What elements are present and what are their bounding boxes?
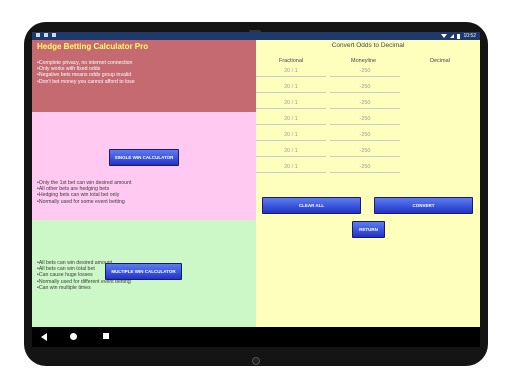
multiple-win-panel: MULTIPLE WIN CALCULATOR All bets can win… <box>32 220 256 327</box>
fractional-input[interactable]: 20 / 1 <box>256 131 326 141</box>
app-title: Hedge Betting Calculator Pro <box>37 42 149 51</box>
status-system: 10:52 <box>441 33 476 39</box>
battery-icon <box>457 33 461 39</box>
return-button[interactable]: RETURN <box>352 221 385 238</box>
single-win-bullets: Only the 1st bet can win desired amount … <box>37 180 132 205</box>
app-content: Hedge Betting Calculator Pro Complete pr… <box>32 40 480 327</box>
status-time: 10:52 <box>463 33 476 39</box>
fractional-input[interactable]: 20 / 1 <box>256 163 326 173</box>
signal-icon <box>450 34 455 38</box>
intro-bullet: Don't bet money you cannot afford to los… <box>37 79 135 85</box>
moneyline-input[interactable]: -250 <box>330 99 400 109</box>
moneyline-input[interactable]: -250 <box>330 67 400 77</box>
fractional-input[interactable]: 20 / 1 <box>256 99 326 109</box>
recent-apps-icon[interactable] <box>103 333 109 339</box>
single-win-calculator-button[interactable]: SINGLE WIN CALCULATOR <box>109 149 179 166</box>
navigation-bar <box>32 327 480 347</box>
intro-bullet: Negative bets means odds group invalid <box>37 72 135 78</box>
device-home-dot <box>252 357 260 365</box>
fractional-input[interactable]: 20 / 1 <box>256 115 326 125</box>
moneyline-input[interactable]: -250 <box>330 163 400 173</box>
single-bullet: Normally used for some event betting <box>37 199 131 205</box>
notification-icon <box>44 33 48 37</box>
moneyline-input[interactable]: -250 <box>330 115 400 125</box>
screen: 10:52 Hedge Betting Calculator Pro Compl… <box>32 32 480 347</box>
moneyline-input[interactable]: -250 <box>330 83 400 93</box>
moneyline-input[interactable]: -250 <box>330 147 400 157</box>
convert-button[interactable]: CONVERT <box>374 197 473 214</box>
single-win-panel: SINGLE WIN CALCULATOR Only the 1st bet c… <box>32 112 256 220</box>
notification-icon <box>52 33 56 37</box>
multi-bullet: Normally used for different event bettin… <box>37 279 131 285</box>
moneyline-input[interactable]: -250 <box>330 131 400 141</box>
multiple-win-bullets: All bets can win desired amount All bets… <box>37 260 131 291</box>
fractional-input[interactable]: 20 / 1 <box>256 147 326 157</box>
multi-bullet: Can win multiple times <box>37 285 131 291</box>
notification-icon <box>36 33 40 37</box>
fractional-input[interactable]: 20 / 1 <box>256 67 326 77</box>
fractional-input[interactable]: 20 / 1 <box>256 83 326 93</box>
odds-converter-panel: Convert Odds to Decimal Fractional Money… <box>256 40 480 327</box>
clear-all-button[interactable]: CLEAR ALL <box>262 197 361 214</box>
wifi-icon <box>441 34 448 38</box>
home-icon[interactable] <box>70 333 77 340</box>
moneyline-header: Moneyline <box>351 58 377 64</box>
decimal-header: Decimal <box>430 58 450 64</box>
status-notifications <box>36 33 56 37</box>
intro-bullets: Complete privacy, no internet connection… <box>37 60 135 85</box>
status-bar: 10:52 <box>32 32 480 40</box>
back-icon[interactable] <box>41 333 47 341</box>
single-bullet: Hedging bets can win total bet only <box>37 192 131 198</box>
intro-panel: Hedge Betting Calculator Pro Complete pr… <box>32 40 256 112</box>
fractional-header: Fractional <box>279 58 304 64</box>
converter-title: Convert Odds to Decimal <box>331 42 405 49</box>
